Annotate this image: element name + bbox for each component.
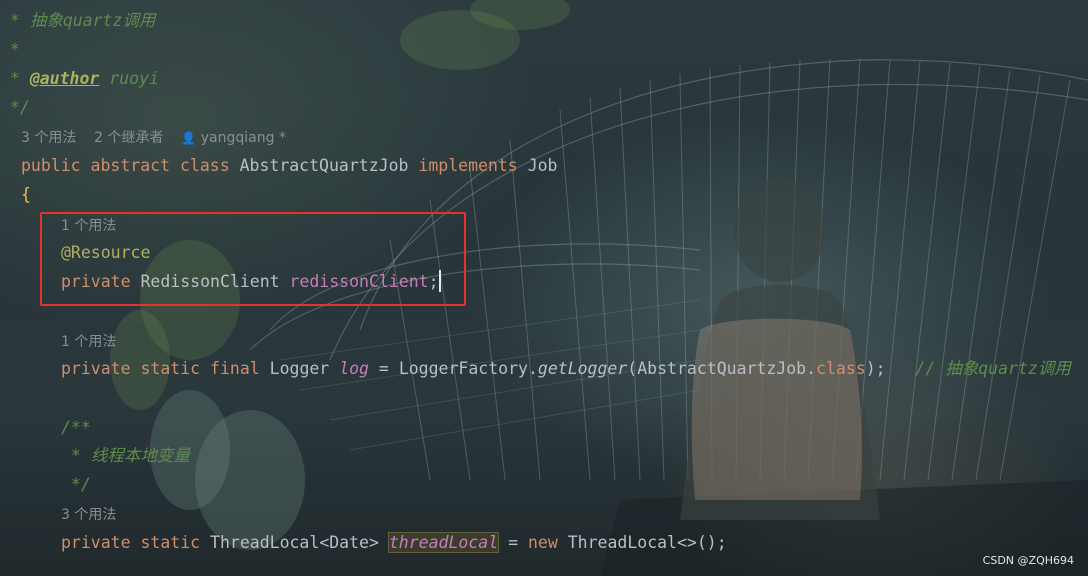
keyword-private: private <box>61 533 131 552</box>
code-line-doc2-body: * 线程本地变量 <box>61 443 190 469</box>
usages-hint[interactable]: 3 个用法 <box>21 130 76 146</box>
keyword-private: private <box>61 359 131 378</box>
inheritors-hint[interactable]: 2 个继承者 <box>94 130 163 146</box>
comment-text: 抽象quartz调用 <box>29 11 156 30</box>
generic-close: > <box>369 533 379 552</box>
code-line-field2: private static final Logger log = Logger… <box>61 356 1071 382</box>
logger-factory[interactable]: LoggerFactory. <box>399 359 538 378</box>
comment-star: * <box>0 11 30 30</box>
class-name[interactable]: AbstractQuartzJob <box>240 156 409 175</box>
comment-star: * <box>0 40 20 59</box>
code-line-doc2-open: /** <box>61 415 91 441</box>
code-line-class-decl: public abstract class AbstractQuartzJob … <box>21 153 558 179</box>
code-line-doc1: * 抽象quartz调用 <box>0 8 156 34</box>
person-icon: 👤 <box>181 131 197 145</box>
generic-open: < <box>319 533 330 552</box>
method-close: ); <box>865 359 886 378</box>
ctor-tail: <>(); <box>677 533 727 552</box>
assign-op: = <box>369 359 399 378</box>
keyword-implements: implements <box>418 156 518 175</box>
field3-type[interactable]: ThreadLocal <box>210 533 319 552</box>
code-line-doc2-close: */ <box>61 472 91 498</box>
highlight-box <box>40 212 466 306</box>
keyword-static: static <box>140 533 201 552</box>
watermark: CSDN @ZQH694 <box>982 554 1074 567</box>
code-line-doc4: */ <box>0 95 30 121</box>
method-getlogger[interactable]: getLogger <box>538 359 627 378</box>
keyword-static: static <box>140 359 201 378</box>
code-line-doc2: * <box>0 37 20 63</box>
code-line-field3: private static ThreadLocal<Date> threadL… <box>61 530 727 556</box>
comment-star: * <box>0 69 30 88</box>
code-line-open-brace: { <box>21 185 31 204</box>
field3-usages-hint[interactable]: 3 个用法 <box>61 504 116 526</box>
comment-close: */ <box>61 475 91 494</box>
code-editor[interactable]: * 抽象quartz调用 * * @author ruoyi */ 3 个用法 … <box>0 0 1088 576</box>
field3-name[interactable]: threadLocal <box>387 532 500 553</box>
line-comment: // 抽象quartz调用 <box>915 359 1071 378</box>
keyword-new: new <box>527 533 558 552</box>
field2-usages-hint[interactable]: 1 个用法 <box>61 331 116 353</box>
class-inlay-hint: 3 个用法 2 个继承者 👤 yangqiang * <box>21 127 286 149</box>
keyword-public: public <box>21 156 81 175</box>
comment-open: /** <box>61 418 91 437</box>
javadoc-author-tag: @author <box>29 69 100 88</box>
comment-close: */ <box>0 98 30 117</box>
keyword-class: class <box>816 359 866 378</box>
comment-text: 线程本地变量 <box>90 446 190 465</box>
assign-op: = <box>498 533 528 552</box>
keyword-final: final <box>210 359 260 378</box>
field2-type[interactable]: Logger <box>270 359 330 378</box>
keyword-abstract: abstract <box>90 156 171 175</box>
code-line-doc3: * @author ruoyi <box>0 66 159 92</box>
comment-star: * <box>61 446 91 465</box>
keyword-class: class <box>179 156 230 175</box>
interface-name[interactable]: Job <box>528 156 558 175</box>
method-args: (AbstractQuartzJob. <box>627 359 817 378</box>
author-hint[interactable]: yangqiang * <box>201 130 286 146</box>
field2-name[interactable]: log <box>339 359 369 378</box>
generic-type[interactable]: Date <box>329 533 369 552</box>
ctor-name[interactable]: ThreadLocal <box>568 533 677 552</box>
javadoc-author-value: ruoyi <box>99 69 159 88</box>
